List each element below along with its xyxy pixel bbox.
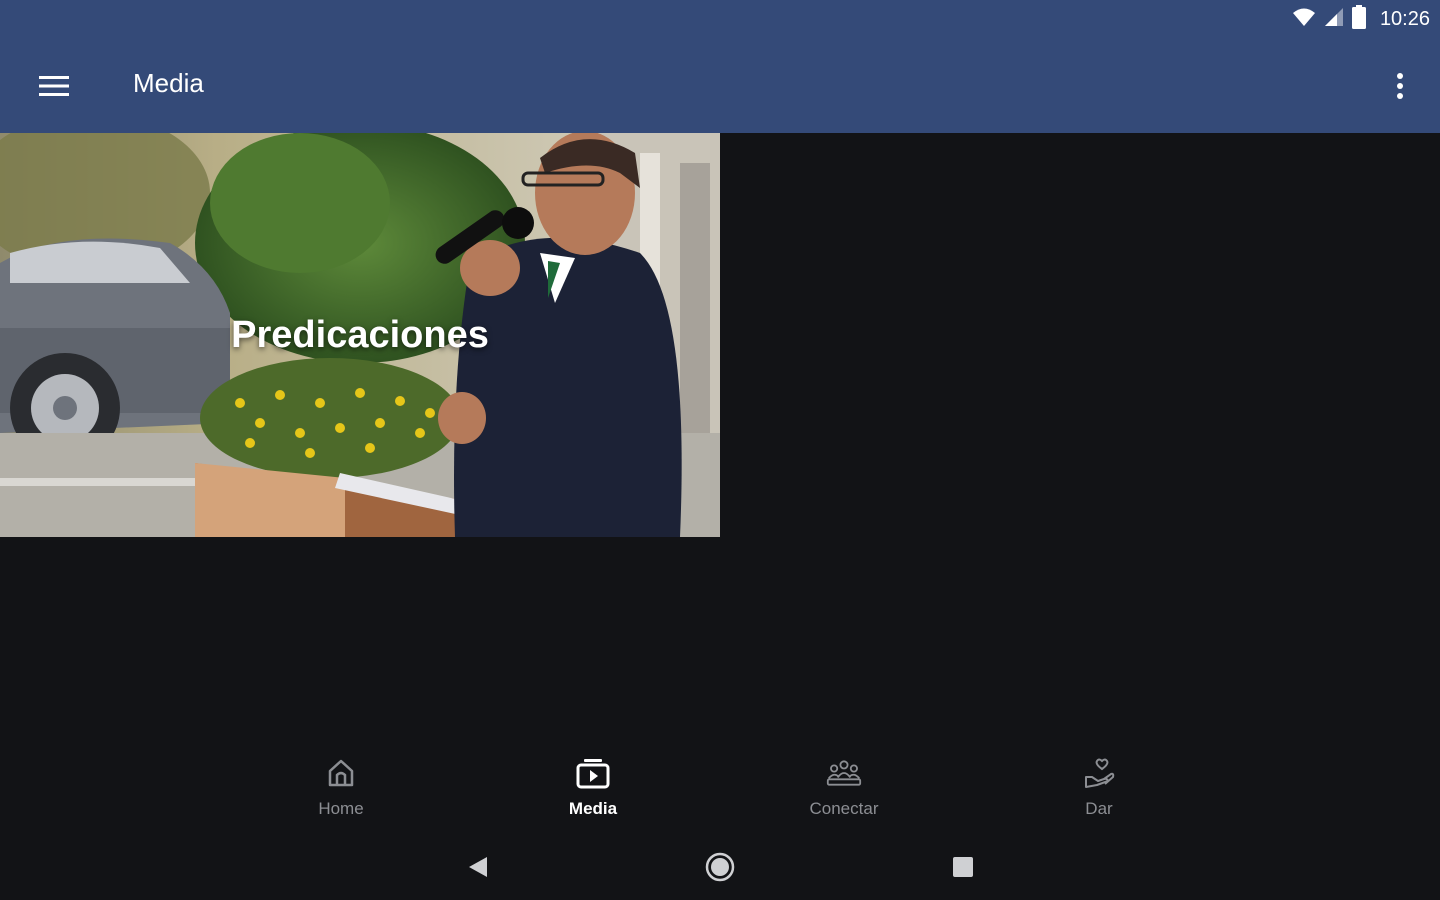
media-card-title: Predicaciones [231, 313, 489, 356]
nav-label-home: Home [318, 799, 364, 818]
hamburger-menu-icon[interactable] [30, 62, 78, 110]
home-circle-icon[interactable] [702, 849, 738, 885]
give-icon [1081, 755, 1117, 791]
page-title: Media [133, 68, 204, 98]
nav-label-conectar: Conectar [809, 799, 879, 818]
status-clock: 10:26 [1379, 7, 1430, 30]
media-card-predicaciones[interactable]: Predicaciones [0, 133, 720, 537]
nav-label-media: Media [568, 799, 618, 818]
cell-signal-icon [1324, 7, 1344, 32]
app-screen: 10:26 Media Predicaciones Home Media Con… [0, 0, 1440, 900]
more-vert-icon[interactable] [1380, 62, 1420, 110]
nav-item-media[interactable]: Media [513, 755, 673, 825]
nav-item-dar[interactable]: Dar [1019, 755, 1179, 825]
back-icon[interactable] [460, 849, 496, 885]
home-icon [323, 755, 359, 791]
app-header: 10:26 Media [0, 0, 1440, 133]
nav-item-home[interactable]: Home [261, 755, 421, 825]
bottom-navigation: Home Media Conectar Dar [0, 745, 1440, 835]
system-navigation-bar [0, 835, 1440, 900]
battery-icon [1351, 4, 1366, 34]
wifi-icon [1292, 7, 1316, 32]
nav-label-dar: Dar [1085, 799, 1113, 818]
people-icon [826, 755, 862, 791]
media-icon [575, 755, 611, 791]
toolbar: Media [0, 40, 1440, 130]
nav-item-conectar[interactable]: Conectar [764, 755, 924, 825]
status-bar: 10:26 [1292, 4, 1430, 34]
recents-icon[interactable] [945, 849, 981, 885]
